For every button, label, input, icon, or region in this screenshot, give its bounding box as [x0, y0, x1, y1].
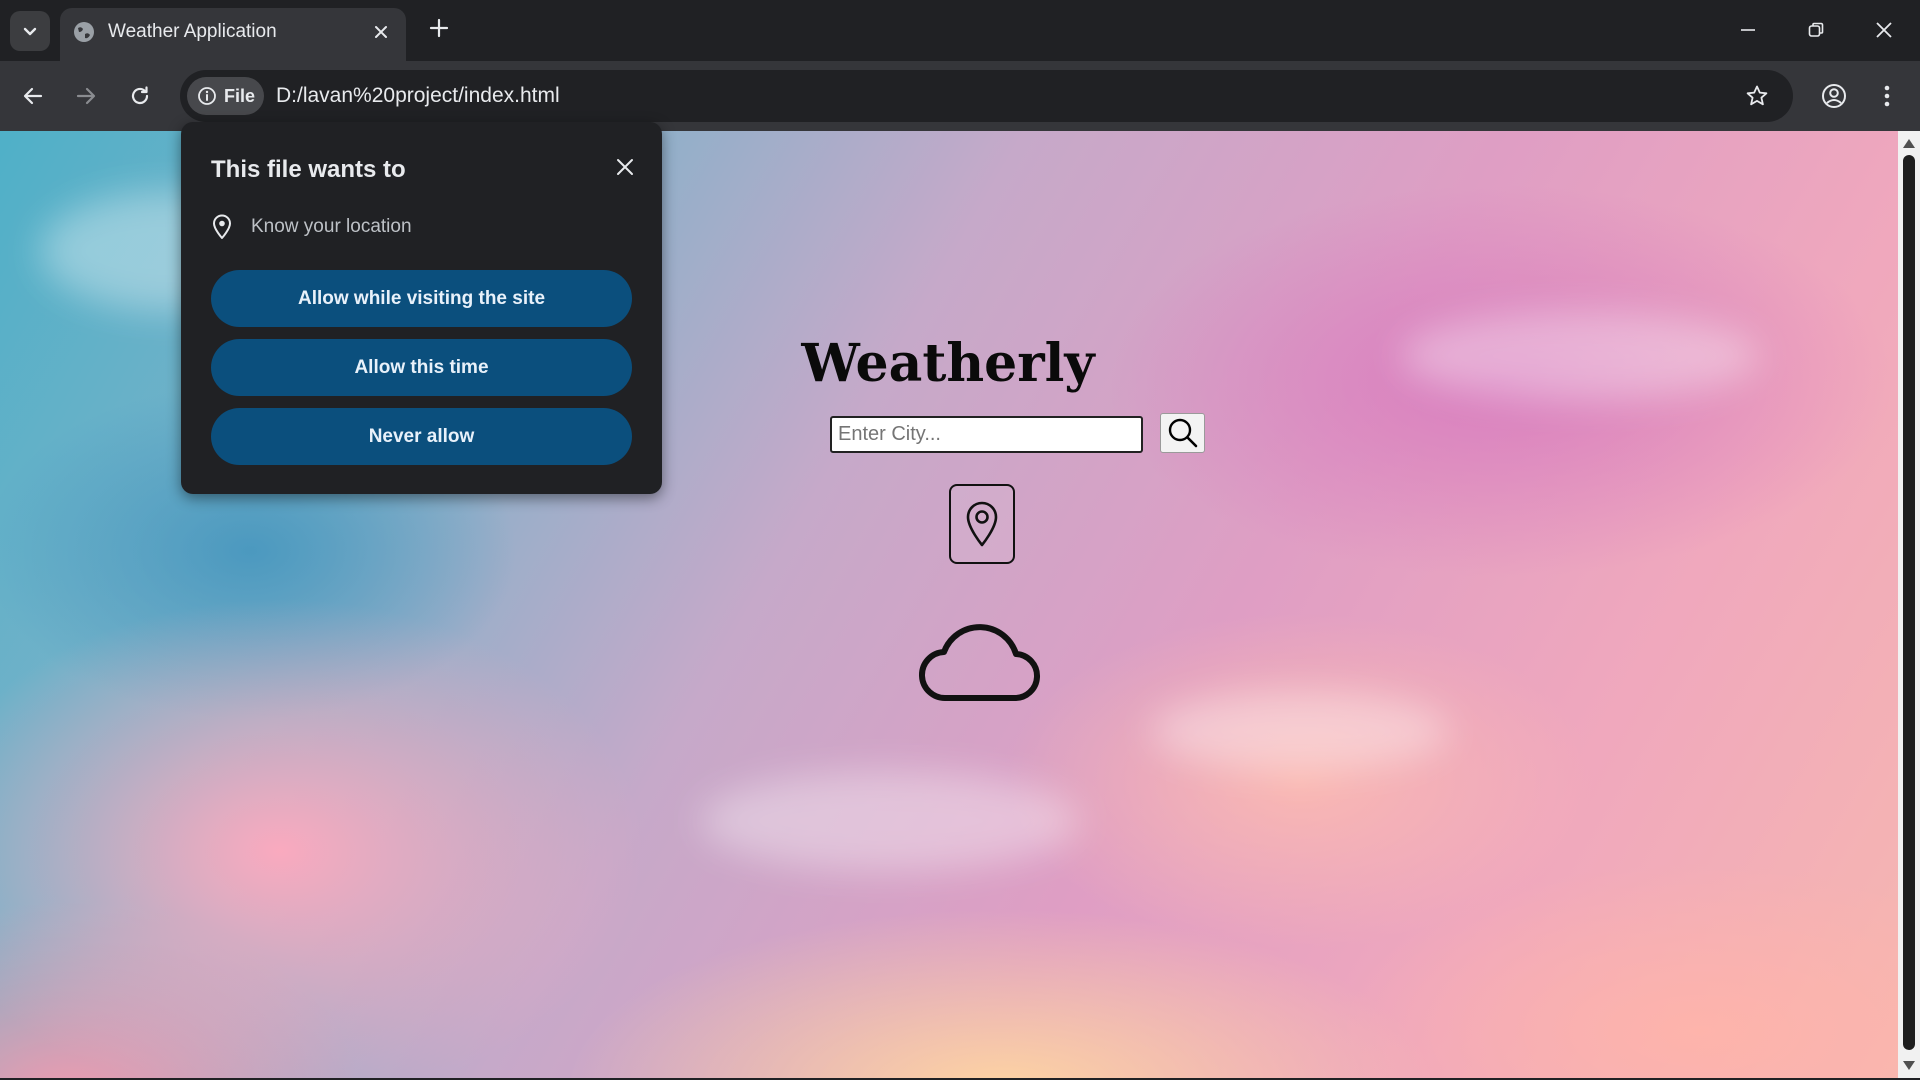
arrow-right-icon — [76, 87, 96, 105]
sky-cloud — [1150, 691, 1450, 771]
profile-button[interactable] — [1814, 76, 1854, 116]
close-icon — [375, 26, 387, 38]
account-icon — [1822, 84, 1846, 108]
app-title-text: Weatherly — [801, 333, 1095, 394]
location-permission-popup: This file wants to Know your location Al… — [181, 122, 662, 494]
close-window-button[interactable] — [1858, 8, 1910, 52]
star-icon — [1746, 85, 1768, 106]
close-icon — [1876, 22, 1892, 38]
location-pin-icon — [213, 214, 231, 239]
arrow-left-icon — [23, 87, 43, 105]
back-button[interactable] — [13, 76, 53, 116]
more-vert-icon — [1884, 85, 1890, 107]
scroll-thumb[interactable] — [1903, 155, 1915, 1050]
address-bar[interactable]: File D:/lavan%20project/index.html — [180, 70, 1793, 122]
city-search-input[interactable] — [830, 416, 1143, 453]
chevron-down-icon — [23, 27, 37, 36]
bookmark-button[interactable] — [1741, 80, 1773, 112]
browser-tab[interactable]: Weather Application — [60, 8, 406, 61]
permission-row: Know your location — [211, 214, 412, 240]
popup-close-button[interactable] — [610, 152, 640, 182]
menu-button[interactable] — [1867, 76, 1907, 116]
map-pin-icon — [966, 501, 998, 547]
scroll-up-arrow[interactable] — [1903, 139, 1915, 148]
close-icon — [617, 159, 633, 175]
search-icon — [1168, 418, 1197, 448]
browser-toolbar: File D:/lavan%20project/index.html — [0, 61, 1920, 131]
plus-icon — [429, 18, 449, 38]
scroll-down-arrow[interactable] — [1903, 1061, 1915, 1070]
minimize-icon — [1741, 29, 1755, 31]
sky-cloud — [700, 771, 1080, 871]
globe-icon — [74, 22, 94, 42]
info-icon — [198, 87, 216, 105]
tab-title: Weather Application — [108, 21, 277, 42]
never-allow-button[interactable]: Never allow — [211, 408, 632, 465]
current-location-button[interactable] — [949, 484, 1015, 564]
site-info-chip[interactable]: File — [187, 77, 264, 115]
reload-icon — [131, 86, 149, 105]
restore-button[interactable] — [1790, 8, 1842, 52]
search-button[interactable] — [1160, 413, 1205, 453]
tab-search-button[interactable] — [10, 11, 50, 51]
allow-while-visiting-button[interactable]: Allow while visiting the site — [211, 270, 632, 327]
permission-label: Know your location — [251, 216, 412, 237]
site-chip-label: File — [224, 85, 256, 106]
forward-button[interactable] — [66, 76, 106, 116]
tab-close-button[interactable] — [366, 17, 396, 47]
page-scrollbar[interactable] — [1898, 131, 1920, 1078]
popup-title: This file wants to — [211, 156, 406, 183]
allow-this-time-button[interactable]: Allow this time — [211, 339, 632, 396]
restore-icon — [1808, 22, 1824, 37]
new-tab-button[interactable] — [423, 12, 455, 44]
url-text[interactable]: D:/lavan%20project/index.html — [276, 84, 560, 108]
reload-button[interactable] — [120, 76, 160, 116]
minimize-button[interactable] — [1722, 8, 1774, 52]
tab-strip: Weather Application — [0, 0, 1920, 61]
cloud-icon — [918, 624, 1040, 702]
